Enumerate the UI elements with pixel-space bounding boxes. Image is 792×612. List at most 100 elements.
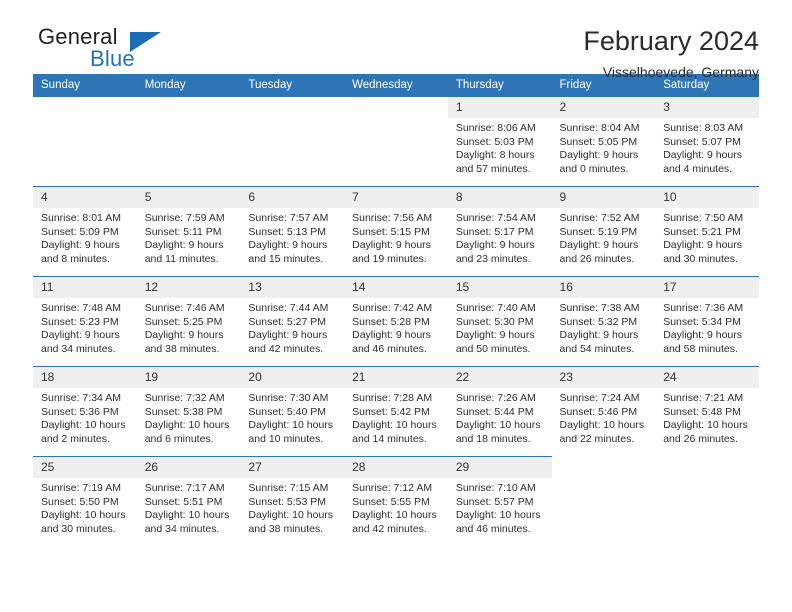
calendar-day-cell[interactable]: 5 Sunrise: 7:59 AM Sunset: 5:11 PM Daylight…: [136, 186, 241, 277]
calendar-day-cell[interactable]: 1 Sunrise: 8:06 AM Sunset: 5:03 PM Daylight…: [447, 97, 552, 187]
daylight-text-line2: and 34 minutes.: [144, 522, 220, 535]
daylight-text-line1: Daylight: 9 hours: [663, 329, 743, 341]
calendar-day-cell[interactable]: 17 Sunrise: 7:36 AM Sunset: 5:34 PM Dayligh…: [655, 276, 759, 367]
sunset-text: Sunset: 5:15 PM: [352, 225, 430, 238]
day-number: 5: [136, 187, 241, 208]
day-number: 6: [240, 187, 345, 208]
calendar-day-cell[interactable]: 21 Sunrise: 7:28 AM Sunset: 5:42 PM Dayligh…: [344, 366, 448, 457]
sunrise-text: Sunrise: 7:19 AM: [41, 482, 121, 494]
calendar-day-cell-empty: [344, 97, 448, 187]
calendar-day-cell[interactable]: 10 Sunrise: 7:50 AM Sunset: 5:21 PM Dayligh…: [655, 186, 759, 277]
sunset-text: Sunset: 5:46 PM: [559, 405, 638, 418]
calendar-day-cell[interactable]: 19 Sunrise: 7:32 AM Sunset: 5:38 PM Dayligh…: [136, 366, 241, 457]
sunrise-text: Sunrise: 7:24 AM: [559, 392, 640, 404]
calendar-day-cell[interactable]: 23 Sunrise: 7:24 AM Sunset: 5:46 PM Dayligh…: [551, 366, 656, 457]
calendar-day-cell[interactable]: 4 Sunrise: 8:01 AM Sunset: 5:09 PM Daylight…: [33, 186, 137, 277]
calendar-day-cell-empty: [551, 456, 656, 546]
daylight-text-line1: Daylight: 9 hours: [455, 329, 535, 341]
daylight-text-line2: and 6 minutes.: [144, 432, 214, 445]
calendar-day-cell[interactable]: 26 Sunrise: 7:17 AM Sunset: 5:51 PM Dayligh…: [136, 456, 241, 546]
day-number: 14: [344, 277, 448, 298]
calendar-day-cell[interactable]: 14 Sunrise: 7:42 AM Sunset: 5:28 PM Dayligh…: [344, 276, 448, 367]
calendar-day-cell[interactable]: 25 Sunrise: 7:19 AM Sunset: 5:50 PM Dayligh…: [33, 456, 137, 546]
calendar-day-cell[interactable]: 27 Sunrise: 7:15 AM Sunset: 5:53 PM Dayligh…: [240, 456, 345, 546]
day-details: Sunrise: 7:38 AM Sunset: 5:32 PM Daylight:…: [552, 298, 656, 356]
daylight-text-line2: and 54 minutes.: [559, 342, 635, 355]
daylight-text-line1: Daylight: 10 hours: [663, 419, 748, 431]
sunset-text: Sunset: 5:19 PM: [559, 225, 638, 238]
daylight-text-line2: and 58 minutes.: [663, 342, 738, 355]
daylight-text-line1: Daylight: 9 hours: [559, 329, 639, 341]
calendar-day-cell[interactable]: 24 Sunrise: 7:21 AM Sunset: 5:48 PM Dayligh…: [655, 366, 759, 457]
daylight-text-line2: and 57 minutes.: [455, 162, 531, 175]
day-details: Sunrise: 7:56 AM Sunset: 5:15 PM Daylight:…: [344, 208, 448, 266]
calendar-day-cell[interactable]: 16 Sunrise: 7:38 AM Sunset: 5:32 PM Dayligh…: [551, 276, 656, 367]
calendar-day-cell[interactable]: 7 Sunrise: 7:56 AM Sunset: 5:15 PM Daylight…: [344, 186, 448, 277]
daylight-text-line2: and 18 minutes.: [455, 432, 531, 445]
calendar-day-cell[interactable]: 11 Sunrise: 7:48 AM Sunset: 5:23 PM Dayligh…: [33, 276, 137, 367]
daylight-text-line1: Daylight: 10 hours: [559, 419, 645, 431]
calendar-table: Sunday Monday Tuesday Wednesday Thursday…: [33, 74, 759, 546]
sunset-text: Sunset: 5:50 PM: [41, 495, 119, 508]
day-number: 3: [655, 97, 759, 118]
calendar-day-cell[interactable]: 12 Sunrise: 7:46 AM Sunset: 5:25 PM Dayligh…: [136, 276, 241, 367]
sunrise-text: Sunrise: 7:36 AM: [663, 302, 744, 314]
day-number: 12: [136, 277, 241, 298]
sunrise-text: Sunrise: 7:50 AM: [663, 212, 744, 224]
daylight-text-line1: Daylight: 9 hours: [144, 239, 224, 251]
calendar-day-cell[interactable]: 29 Sunrise: 7:10 AM Sunset: 5:57 PM Dayligh…: [447, 456, 552, 546]
calendar-day-cell[interactable]: 2 Sunrise: 8:04 AM Sunset: 5:05 PM Daylight…: [551, 97, 656, 187]
calendar-day-cell[interactable]: 18 Sunrise: 7:34 AM Sunset: 5:36 PM Dayligh…: [33, 366, 137, 457]
day-number: 29: [447, 457, 552, 478]
sunset-text: Sunset: 5:55 PM: [352, 495, 430, 508]
daylight-text-line1: Daylight: 10 hours: [144, 509, 230, 521]
day-number: 11: [33, 277, 137, 298]
calendar-day-cell[interactable]: 22 Sunrise: 7:26 AM Sunset: 5:44 PM Dayligh…: [447, 366, 552, 457]
day-number: 8: [447, 187, 552, 208]
sunrise-text: Sunrise: 7:48 AM: [41, 302, 121, 314]
calendar-day-cell[interactable]: 9 Sunrise: 7:52 AM Sunset: 5:19 PM Daylight…: [551, 186, 656, 277]
day-details: Sunrise: 7:32 AM Sunset: 5:38 PM Daylight:…: [137, 388, 241, 446]
calendar-day-cell[interactable]: 8 Sunrise: 7:54 AM Sunset: 5:17 PM Daylight…: [447, 186, 552, 277]
calendar-day-cell[interactable]: 20 Sunrise: 7:30 AM Sunset: 5:40 PM Dayligh…: [240, 366, 345, 457]
day-number: 15: [447, 277, 552, 298]
weekday-header-thursday: Thursday: [447, 74, 552, 97]
sunrise-text: Sunrise: 7:15 AM: [248, 482, 329, 494]
weekday-header-wednesday: Wednesday: [344, 74, 448, 97]
page-title: February 2024: [583, 26, 759, 56]
calendar-day-cell[interactable]: 3 Sunrise: 8:03 AM Sunset: 5:07 PM Daylight…: [655, 97, 759, 187]
sunset-text: Sunset: 5:36 PM: [41, 405, 119, 418]
day-details: Sunrise: 7:15 AM Sunset: 5:53 PM Daylight:…: [240, 478, 344, 536]
daylight-text-line1: Daylight: 10 hours: [41, 509, 126, 521]
day-details: Sunrise: 7:48 AM Sunset: 5:23 PM Daylight:…: [33, 298, 137, 356]
sunrise-text: Sunrise: 7:34 AM: [41, 392, 121, 404]
day-details: Sunrise: 7:28 AM Sunset: 5:42 PM Daylight:…: [344, 388, 448, 446]
day-number: 9: [551, 187, 656, 208]
daylight-text-line1: Daylight: 9 hours: [248, 329, 328, 341]
calendar-day-cell[interactable]: 6 Sunrise: 7:57 AM Sunset: 5:13 PM Daylight…: [240, 186, 345, 277]
day-number: 19: [136, 367, 241, 388]
day-number: 10: [655, 187, 759, 208]
day-details: Sunrise: 7:10 AM Sunset: 5:57 PM Daylight:…: [448, 478, 552, 536]
sunset-text: Sunset: 5:27 PM: [248, 315, 327, 328]
sunset-text: Sunset: 5:25 PM: [144, 315, 223, 328]
daylight-text-line2: and 4 minutes.: [663, 162, 733, 175]
day-details: Sunrise: 7:59 AM Sunset: 5:11 PM Daylight:…: [137, 208, 241, 266]
calendar-day-cell[interactable]: 13 Sunrise: 7:44 AM Sunset: 5:27 PM Dayligh…: [240, 276, 345, 367]
day-details: Sunrise: 7:36 AM Sunset: 5:34 PM Daylight:…: [655, 298, 759, 356]
sunset-text: Sunset: 5:09 PM: [41, 225, 119, 238]
sunset-text: Sunset: 5:53 PM: [248, 495, 327, 508]
general-blue-logo[interactable]: General Blue: [33, 26, 233, 74]
sunrise-text: Sunrise: 7:12 AM: [352, 482, 433, 494]
daylight-text-line2: and 30 minutes.: [41, 522, 116, 535]
sunrise-text: Sunrise: 7:59 AM: [144, 212, 225, 224]
daylight-text-line2: and 11 minutes.: [144, 252, 219, 265]
daylight-text-line2: and 15 minutes.: [248, 252, 324, 265]
daylight-text-line2: and 8 minutes.: [41, 252, 110, 265]
daylight-text-line1: Daylight: 9 hours: [455, 239, 535, 251]
daylight-text-line2: and 50 minutes.: [455, 342, 531, 355]
calendar-day-cell[interactable]: 28 Sunrise: 7:12 AM Sunset: 5:55 PM Dayligh…: [344, 456, 448, 546]
calendar-day-cell-empty: [136, 97, 241, 187]
calendar-day-cell[interactable]: 15 Sunrise: 7:40 AM Sunset: 5:30 PM Dayligh…: [447, 276, 552, 367]
daylight-text-line2: and 42 minutes.: [352, 522, 427, 535]
